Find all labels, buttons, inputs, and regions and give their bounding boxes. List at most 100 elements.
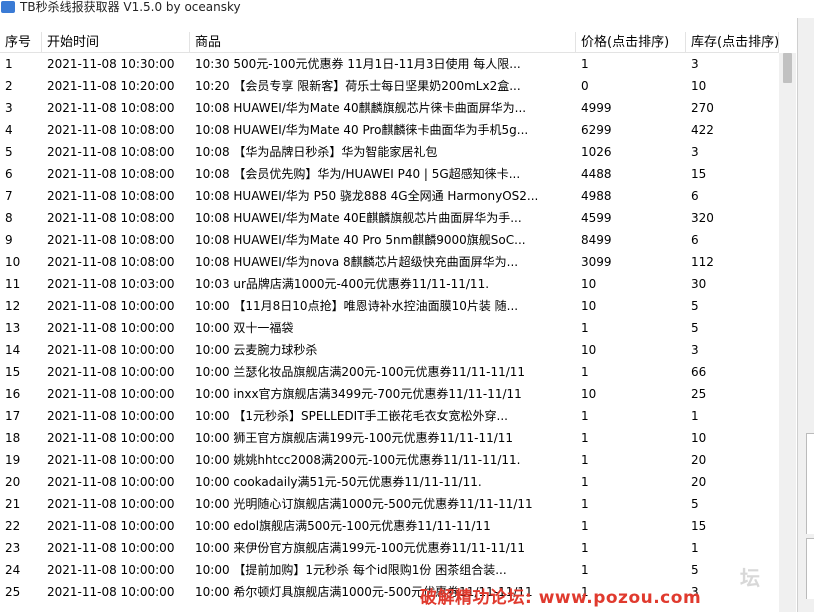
cell-stock: 5	[691, 497, 699, 511]
table-row[interactable]: 2 2021-11-08 10:20:00 10:20 【会员专享 限新客】荷乐士每…	[0, 75, 779, 97]
cell-start-time: 2021-11-08 10:00:00	[47, 585, 175, 599]
cell-product: 10:00 姚姚hhtcc2008满200元-100元优惠券11/11-11/1…	[195, 453, 521, 467]
column-header-index[interactable]: 序号	[0, 32, 42, 52]
table-row[interactable]: 1 2021-11-08 10:30:00 10:30 500元-100元优惠券 1…	[0, 53, 779, 75]
cell-start-time: 2021-11-08 10:08:00	[47, 255, 175, 269]
cell-product: 10:08 【华为品牌日秒杀】华为智能家居礼包	[195, 145, 438, 159]
cell-index: 2	[5, 79, 13, 93]
cell-start-time: 2021-11-08 10:00:00	[47, 409, 175, 423]
cell-stock: 66	[691, 365, 707, 379]
cell-price: 4999	[581, 101, 612, 115]
cell-index: 20	[5, 475, 21, 489]
table-row[interactable]: 5 2021-11-08 10:08:00 10:08 【华为品牌日秒杀】华为智能家…	[0, 141, 779, 163]
table-row[interactable]: 8 2021-11-08 10:08:00 10:08 HUAWEI/华为Mate …	[0, 207, 779, 229]
cell-stock: 5	[691, 321, 699, 335]
cell-price: 1	[581, 497, 589, 511]
column-header-stock-sort[interactable]: 库存(点击排序)	[686, 32, 779, 52]
cell-stock: 15	[691, 519, 707, 533]
cell-stock: 3	[691, 145, 699, 159]
cell-index: 18	[5, 431, 21, 445]
cell-product: 10:08 HUAWEI/华为Mate 40E麒麟旗舰芯片曲面屏华为手...	[195, 211, 522, 225]
cell-index: 4	[5, 123, 13, 137]
cell-product: 10:00 狮王官方旗舰店满199元-100元优惠券11/11-11/11	[195, 431, 514, 445]
cell-start-time: 2021-11-08 10:00:00	[47, 299, 175, 313]
table-row[interactable]: 11 2021-11-08 10:03:00 10:03 ur品牌店满1000元-4…	[0, 273, 779, 295]
vertical-scrollbar[interactable]	[779, 53, 796, 612]
table-row[interactable]: 13 2021-11-08 10:00:00 10:00 双十一福袋 1 5	[0, 317, 779, 339]
cell-price: 1	[581, 321, 589, 335]
table-row[interactable]: 22 2021-11-08 10:00:00 10:00 edol旗舰店满500元-…	[0, 515, 779, 537]
cell-index: 9	[5, 233, 13, 247]
table-row[interactable]: 9 2021-11-08 10:08:00 10:08 HUAWEI/华为Mate …	[0, 229, 779, 251]
table-row[interactable]: 16 2021-11-08 10:00:00 10:00 inxx官方旗舰店满349…	[0, 383, 779, 405]
table-row[interactable]: 10 2021-11-08 10:08:00 10:08 HUAWEI/华为nova…	[0, 251, 779, 273]
table-row[interactable]: 14 2021-11-08 10:00:00 10:00 云麦腕力球秒杀 10 3	[0, 339, 779, 361]
cell-start-time: 2021-11-08 10:00:00	[47, 387, 175, 401]
cell-start-time: 2021-11-08 10:08:00	[47, 167, 175, 181]
cell-price: 10	[581, 343, 597, 357]
table-row[interactable]: 15 2021-11-08 10:00:00 10:00 兰瑟化妆品旗舰店满200元…	[0, 361, 779, 383]
cell-price: 10	[581, 277, 597, 291]
cell-index: 15	[5, 365, 21, 379]
table-row[interactable]: 7 2021-11-08 10:08:00 10:08 HUAWEI/华为 P50 …	[0, 185, 779, 207]
column-header-product[interactable]: 商品	[190, 32, 576, 52]
cell-price: 10	[581, 387, 597, 401]
cell-start-time: 2021-11-08 10:30:00	[47, 57, 175, 71]
cell-start-time: 2021-11-08 10:08:00	[47, 189, 175, 203]
cell-index: 5	[5, 145, 13, 159]
cell-index: 11	[5, 277, 21, 291]
cell-index: 21	[5, 497, 21, 511]
cell-index: 22	[5, 519, 21, 533]
cell-index: 1	[5, 57, 13, 71]
table-row[interactable]: 20 2021-11-08 10:00:00 10:00 cookadaily满51…	[0, 471, 779, 493]
cell-price: 0	[581, 79, 589, 93]
cell-price: 4988	[581, 189, 612, 203]
cell-start-time: 2021-11-08 10:08:00	[47, 101, 175, 115]
cell-product: 10:00 兰瑟化妆品旗舰店满200元-100元优惠券11/11-11/11	[195, 365, 526, 379]
cell-price: 4599	[581, 211, 612, 225]
cell-product: 10:08 HUAWEI/华为nova 8麒麟芯片超级快充曲面屏华为...	[195, 255, 519, 269]
cell-index: 8	[5, 211, 13, 225]
cell-price: 4488	[581, 167, 612, 181]
cell-start-time: 2021-11-08 10:08:00	[47, 123, 175, 137]
table-row[interactable]: 19 2021-11-08 10:00:00 10:00 姚姚hhtcc2008满2…	[0, 449, 779, 471]
cell-start-time: 2021-11-08 10:00:00	[47, 365, 175, 379]
cell-price: 1	[581, 519, 589, 533]
cell-stock: 15	[691, 167, 707, 181]
title-bar: TB秒杀线报获取器 V1.5.0 by oceansky	[0, 0, 814, 18]
panel-fragment	[806, 433, 814, 534]
right-panel-edge	[797, 18, 814, 612]
table-row[interactable]: 6 2021-11-08 10:08:00 10:08 【会员优先购】华为/HUAW…	[0, 163, 779, 185]
table-row[interactable]: 3 2021-11-08 10:08:00 10:08 HUAWEI/华为Mate …	[0, 97, 779, 119]
cell-stock: 5	[691, 299, 699, 313]
cell-price: 1	[581, 563, 589, 577]
cell-price: 1	[581, 453, 589, 467]
cell-stock: 5	[691, 563, 699, 577]
cell-index: 7	[5, 189, 13, 203]
cell-product: 10:08 HUAWEI/华为Mate 40 Pro麒麟徕卡曲面华为手机5g..…	[195, 123, 529, 137]
table-row[interactable]: 21 2021-11-08 10:00:00 10:00 光明随心订旗舰店满1000…	[0, 493, 779, 515]
cell-start-time: 2021-11-08 10:00:00	[47, 563, 175, 577]
cell-product: 10:08 HUAWEI/华为Mate 40麒麟旗舰芯片徕卡曲面屏华为...	[195, 101, 527, 115]
cell-index: 14	[5, 343, 21, 357]
column-header-price-sort[interactable]: 价格(点击排序)	[576, 32, 686, 52]
cell-start-time: 2021-11-08 10:08:00	[47, 233, 175, 247]
table-row[interactable]: 23 2021-11-08 10:00:00 10:00 来伊份官方旗舰店满199元…	[0, 537, 779, 559]
cell-stock: 320	[691, 211, 714, 225]
table-row[interactable]: 18 2021-11-08 10:00:00 10:00 狮王官方旗舰店满199元-…	[0, 427, 779, 449]
column-header-start-time[interactable]: 开始时间	[42, 32, 190, 52]
results-list-view[interactable]: 序号 开始时间 商品 价格(点击排序) 库存(点击排序) 1 2021-11-08…	[0, 32, 796, 612]
cell-stock: 3	[691, 57, 699, 71]
cell-start-time: 2021-11-08 10:00:00	[47, 321, 175, 335]
table-row[interactable]: 4 2021-11-08 10:08:00 10:08 HUAWEI/华为Mate …	[0, 119, 779, 141]
table-row[interactable]: 12 2021-11-08 10:00:00 10:00 【11月8日10点抢】唯恩…	[0, 295, 779, 317]
cell-product: 10:00 光明随心订旗舰店满1000元-500元优惠券11/11-11/11	[195, 497, 533, 511]
table-row[interactable]: 24 2021-11-08 10:00:00 10:00 【提前加购】1元秒杀 每个…	[0, 559, 779, 581]
cell-product: 10:08 【会员优先购】华为/HUAWEI P40 | 5G超感知徕卡...	[195, 167, 521, 181]
table-row[interactable]: 17 2021-11-08 10:00:00 10:00 【1元秒杀】SPELLED…	[0, 405, 779, 427]
cell-product: 10:00 inxx官方旗舰店满3499元-700元优惠券11/11-11/11	[195, 387, 522, 401]
scrollbar-thumb[interactable]	[783, 53, 792, 83]
cell-start-time: 2021-11-08 10:20:00	[47, 79, 175, 93]
cell-stock: 1	[691, 409, 699, 423]
cell-index: 16	[5, 387, 21, 401]
